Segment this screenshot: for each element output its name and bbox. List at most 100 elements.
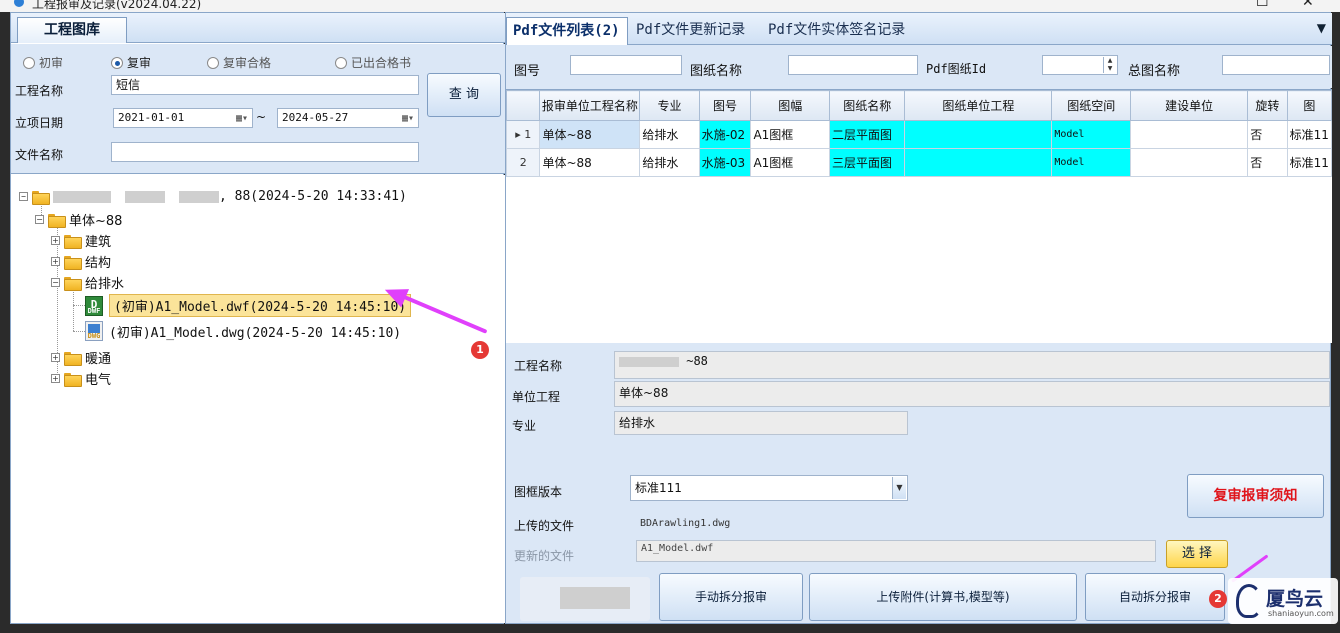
redacted-area: [520, 577, 650, 621]
frame-version-select[interactable]: 标准111 ▼: [630, 475, 908, 501]
collapse-icon[interactable]: −: [35, 215, 44, 224]
drawing-name-input[interactable]: [788, 55, 918, 75]
table-cell[interactable]: 水施-02: [698, 120, 752, 149]
table-cell[interactable]: 标准11: [1286, 120, 1332, 149]
redacted-text: [179, 190, 219, 203]
table-cell[interactable]: 标准11: [1286, 148, 1332, 177]
column-header[interactable]: 旋转: [1247, 90, 1288, 121]
grid-search-row: 图号 图纸名称 Pdf图纸Id ▲ ▼ 总图名称: [506, 46, 1332, 88]
tree-node-plumbing[interactable]: − 给排水: [51, 273, 124, 292]
calendar-dropdown-icon[interactable]: ▦▾: [236, 111, 248, 127]
manual-split-submit-button[interactable]: 手动拆分报审: [659, 573, 803, 621]
column-header[interactable]: 报审单位工程名称: [539, 90, 641, 121]
tree-file-dwg[interactable]: DWG (初审)A1_Model.dwg(2024-5-20 14:45:10): [85, 321, 401, 341]
pdf-id-stepper[interactable]: ▲ ▼: [1042, 55, 1118, 75]
detail-major-label: 专业: [512, 419, 537, 433]
calendar-dropdown-icon[interactable]: ▦▾: [402, 111, 414, 127]
auto-split-submit-button[interactable]: 自动拆分报审: [1085, 573, 1225, 621]
radio-re-review[interactable]: 复审: [111, 54, 151, 71]
row-number[interactable]: 2: [506, 148, 541, 177]
tree-file-label: (初审)A1_Model.dwg(2024-5-20 14:45:10): [109, 325, 402, 341]
tab-pdf-signatures[interactable]: Pdf文件实体签名记录: [762, 17, 911, 45]
table-cell[interactable]: 单体~88: [539, 148, 641, 177]
column-header[interactable]: 建设单位: [1130, 90, 1249, 121]
tree-root-node[interactable]: − , 88(2024-5-20 14:33:41): [19, 189, 407, 205]
file-name-input[interactable]: [111, 142, 419, 162]
table-cell[interactable]: 给排水: [639, 148, 700, 177]
table-cell[interactable]: [1130, 148, 1249, 177]
query-button[interactable]: 查 询: [427, 73, 501, 117]
tree-node-electrical[interactable]: + 电气: [51, 369, 111, 388]
choose-file-button[interactable]: 选 择: [1166, 540, 1228, 568]
column-header[interactable]: 图: [1286, 90, 1332, 121]
re-review-notice-button[interactable]: 复审报审须知: [1187, 474, 1324, 518]
column-header[interactable]: 专业: [639, 90, 700, 121]
column-header[interactable]: 图幅: [750, 90, 830, 121]
tree-node-architecture[interactable]: + 建筑: [51, 231, 111, 250]
master-name-input[interactable]: [1222, 55, 1330, 75]
table-row[interactable]: 2 单体~88 给排水 水施-03 A1图框 三层平面图 Model 否 标准1…: [506, 148, 1332, 177]
upload-attachment-button[interactable]: 上传附件(计算书,模型等): [809, 573, 1077, 621]
tab-project-library[interactable]: 工程图库: [17, 17, 127, 43]
column-header[interactable]: 图号: [698, 90, 752, 121]
table-cell[interactable]: [904, 148, 1053, 177]
table-cell[interactable]: A1图框: [750, 120, 830, 149]
table-cell[interactable]: 给排水: [639, 120, 700, 149]
tree-file-dwf[interactable]: DWF (初审)A1_Model.dwf(2024-5-20 14:45:10): [85, 294, 412, 317]
date-to-input[interactable]: 2024-05-27 ▦▾: [277, 108, 419, 128]
radio-initial-review[interactable]: 初审: [23, 54, 63, 71]
expand-icon[interactable]: +: [51, 374, 60, 383]
radio-re-review-passed[interactable]: 复审合格: [207, 54, 271, 71]
table-cell[interactable]: 三层平面图: [828, 148, 906, 177]
column-header[interactable]: 图纸名称: [828, 90, 906, 121]
table-row[interactable]: ▸ 1 单体~88 给排水 水施-02 A1图框 二层平面图 Model 否 标…: [506, 120, 1332, 149]
dwg-file-icon: DWG: [85, 321, 103, 341]
redacted-text: [125, 190, 165, 203]
collapse-icon[interactable]: −: [19, 192, 28, 201]
radio-dot-icon: [23, 56, 35, 69]
table-cell[interactable]: Model: [1051, 120, 1132, 149]
table-cell[interactable]: 否: [1247, 120, 1288, 149]
chevron-down-icon[interactable]: ▼: [892, 477, 906, 499]
close-icon[interactable]: ✕: [1302, 0, 1314, 10]
table-cell[interactable]: [1130, 120, 1249, 149]
column-header[interactable]: 图纸空间: [1051, 90, 1132, 121]
radio-label: 复审合格: [223, 56, 272, 70]
tab-pdf-list[interactable]: Pdf文件列表(2): [506, 17, 628, 45]
app-icon: [14, 0, 24, 7]
table-cell[interactable]: Model: [1051, 148, 1132, 177]
tab-pdf-updates[interactable]: Pdf文件更新记录: [630, 17, 751, 45]
radio-dot-icon: [207, 56, 219, 69]
radio-label: 复审: [127, 56, 152, 70]
table-cell[interactable]: [904, 120, 1053, 149]
radio-label: 初审: [39, 56, 64, 70]
column-header[interactable]: 图纸单位工程: [904, 90, 1053, 121]
table-cell[interactable]: 水施-03: [698, 148, 752, 177]
table-cell[interactable]: A1图框: [750, 148, 830, 177]
updated-file-input[interactable]: A1_Model.dwf: [636, 540, 1156, 562]
tree-node-unit[interactable]: − 单体~88: [35, 210, 122, 229]
table-cell[interactable]: 否: [1247, 148, 1288, 177]
folder-icon: [64, 234, 82, 249]
collapse-icon[interactable]: −: [51, 278, 60, 287]
radio-certificate-issued[interactable]: 已出合格书: [335, 54, 411, 71]
drawing-no-input[interactable]: [570, 55, 682, 75]
dwf-file-icon: DWF: [85, 295, 103, 316]
row-number[interactable]: ▸ 1: [506, 120, 541, 149]
table-cell[interactable]: 二层平面图: [828, 120, 906, 149]
expand-icon[interactable]: +: [51, 257, 60, 266]
file-name-label: 文件名称: [15, 148, 64, 162]
spin-arrows-icon[interactable]: ▲ ▼: [1103, 57, 1116, 73]
tree-node-hvac[interactable]: + 暖通: [51, 348, 111, 367]
tree-node-structure[interactable]: + 结构: [51, 252, 111, 271]
table-cell[interactable]: 单体~88: [539, 120, 641, 149]
date-from-input[interactable]: 2021-01-01 ▦▾: [113, 108, 253, 128]
annotation-badge-2: 2: [1209, 590, 1227, 608]
project-name-input[interactable]: 短信: [111, 75, 419, 95]
expand-icon[interactable]: +: [51, 236, 60, 245]
tree-file-label-selected: (初审)A1_Model.dwf(2024-5-20 14:45:10): [109, 294, 412, 317]
expand-icon[interactable]: +: [51, 353, 60, 362]
window-titlebar: 工程报审及记录(v2024.04.22) ☐ ✕: [0, 0, 1340, 12]
tab-menu-dropdown-icon[interactable]: ▼: [1317, 21, 1326, 35]
maximize-icon[interactable]: ☐: [1256, 0, 1269, 10]
